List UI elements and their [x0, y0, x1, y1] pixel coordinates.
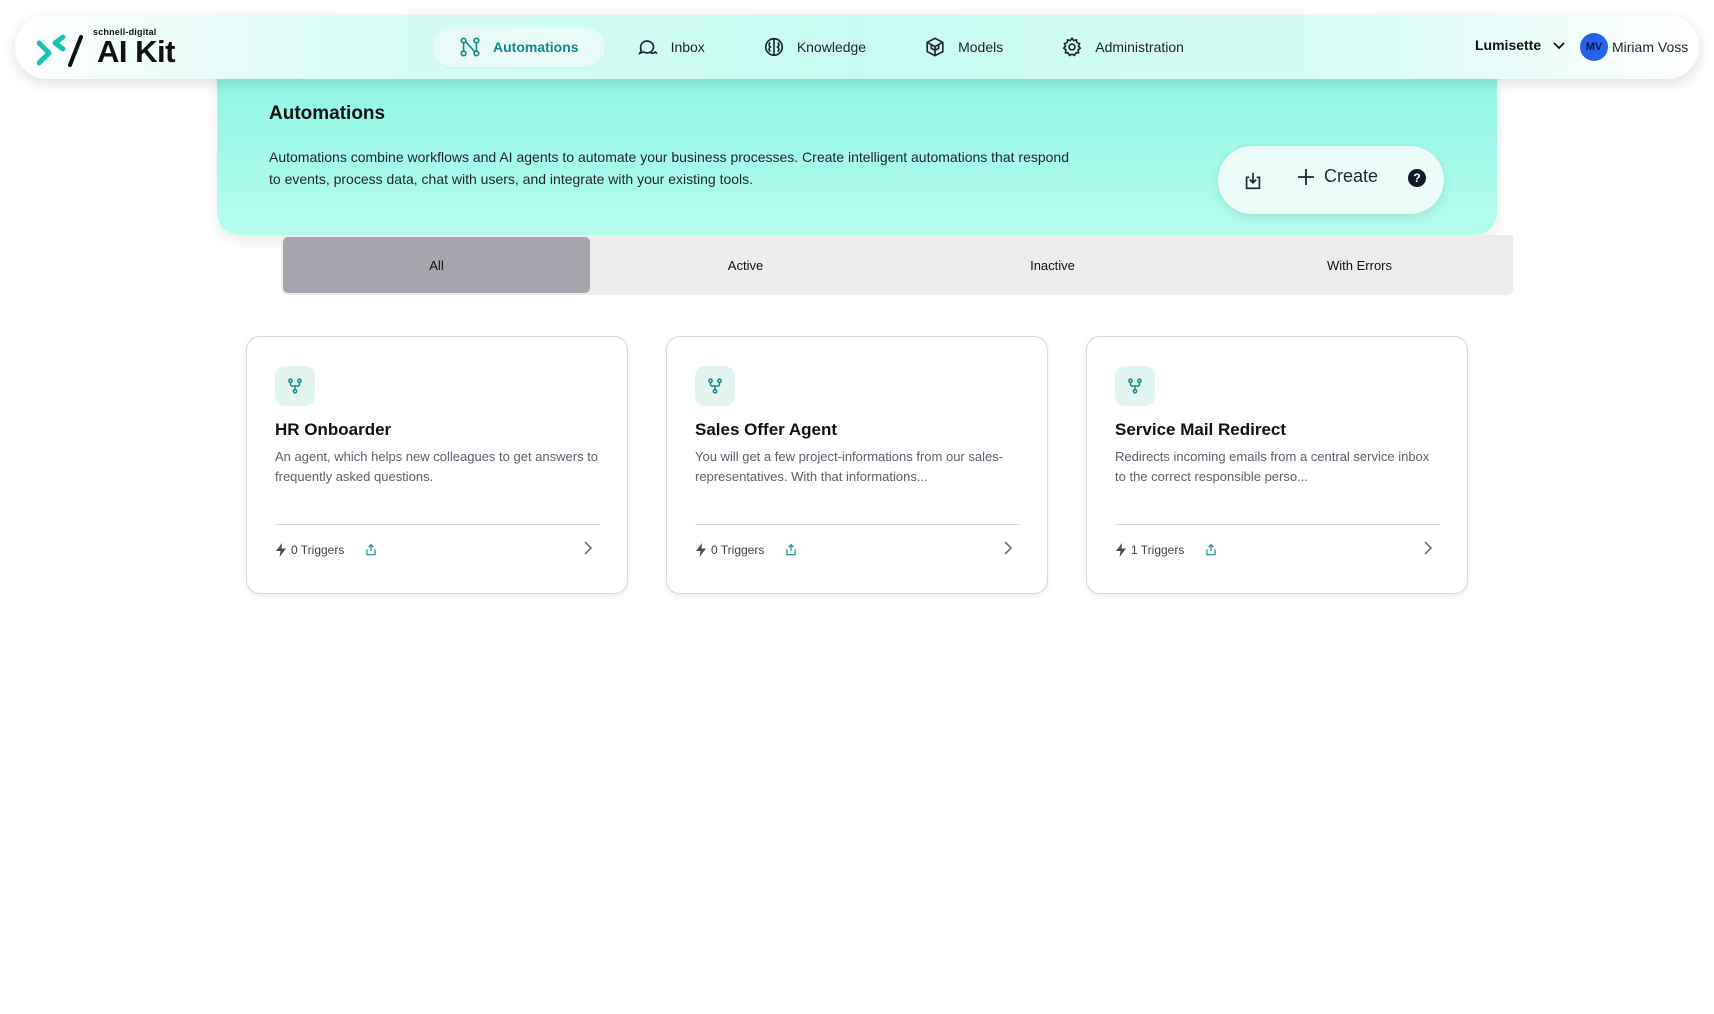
workflow-icon — [275, 366, 315, 406]
bolt-icon — [696, 543, 706, 557]
nav-item-administration[interactable]: Administration — [1035, 27, 1210, 67]
automation-icon — [460, 37, 480, 57]
nav-item-label: Inbox — [670, 39, 705, 55]
automation-title: HR Onboarder — [275, 420, 392, 439]
brain-icon — [764, 37, 783, 57]
page-description: Automations combine workflows and AI age… — [269, 149, 1070, 187]
share-icon[interactable] — [1204, 543, 1218, 557]
organization-switcher[interactable]: Lumisette — [1475, 37, 1567, 53]
gear-icon — [1062, 36, 1082, 57]
create-button[interactable]: Create — [1296, 166, 1378, 187]
chevron-right-icon[interactable] — [1000, 540, 1016, 556]
tab-all[interactable]: All — [283, 237, 590, 293]
chevron-down-icon — [1553, 42, 1565, 50]
nav-item-label: Models — [958, 39, 1004, 55]
automation-list: HR Onboarder An agent, which helps new c… — [246, 336, 1506, 594]
workflow-icon — [1115, 366, 1155, 406]
nav-item-inbox[interactable]: Inbox — [611, 27, 731, 67]
logo-mark-icon — [37, 34, 83, 67]
tab-inactive[interactable]: Inactive — [899, 235, 1206, 295]
header-actions: Create ? — [1218, 146, 1444, 214]
trigger-count: 1 Triggers — [1131, 543, 1185, 557]
nav-item-label: Knowledge — [796, 39, 867, 55]
card-footer: 0 Triggers — [275, 543, 378, 557]
plus-icon — [1298, 168, 1314, 185]
organization-name: Lumisette — [1475, 37, 1542, 53]
automation-card[interactable]: Service Mail Redirect Redirects incoming… — [1086, 336, 1468, 594]
trigger-count: 0 Triggers — [291, 543, 345, 557]
chevron-right-icon[interactable] — [1420, 540, 1436, 556]
share-icon[interactable] — [784, 543, 798, 557]
filter-tabs: All Active Inactive With Errors — [281, 235, 1513, 295]
share-icon[interactable] — [364, 543, 378, 557]
workflow-icon — [695, 366, 735, 406]
tab-with-errors[interactable]: With Errors — [1206, 235, 1513, 295]
trigger-count: 0 Triggers — [711, 543, 765, 557]
automation-title: Service Mail Redirect — [1115, 420, 1287, 439]
nav-item-automations[interactable]: Automations — [433, 27, 605, 67]
card-divider — [1115, 524, 1440, 525]
nav-item-knowledge[interactable]: Knowledge — [737, 27, 892, 67]
card-footer: 0 Triggers — [695, 543, 798, 557]
chat-icon — [637, 40, 658, 56]
user-menu[interactable]: MV Miriam Voss — [1580, 33, 1688, 61]
page-header: Automations Automations combine workflow… — [217, 60, 1497, 235]
nav-item-label: Automations — [493, 39, 579, 55]
app-logo[interactable]: schnell-digital AI Kit — [37, 27, 177, 69]
automation-description: An agent, which helps new colleagues to … — [275, 449, 599, 484]
automation-card[interactable]: HR Onboarder An agent, which helps new c… — [246, 336, 628, 594]
card-divider — [275, 524, 600, 525]
chevron-right-icon[interactable] — [580, 540, 596, 556]
automation-description: You will get a few project-informations … — [695, 449, 1004, 484]
nav-item-label: Administration — [1095, 39, 1184, 55]
help-button[interactable]: ? — [1408, 169, 1426, 187]
card-footer: 1 Triggers — [1115, 543, 1218, 557]
bolt-icon — [1116, 543, 1126, 557]
cube-icon — [926, 37, 944, 57]
tab-active[interactable]: Active — [592, 235, 899, 295]
automation-card[interactable]: Sales Offer Agent You will get a few pro… — [666, 336, 1048, 594]
card-divider — [695, 524, 1020, 525]
nav-item-models[interactable]: Models — [898, 27, 1029, 67]
create-button-label: Create — [1324, 166, 1379, 186]
automation-description: Redirects incoming emails from a central… — [1115, 449, 1430, 484]
import-icon[interactable] — [1242, 170, 1264, 192]
bolt-icon — [276, 543, 286, 557]
page-title: Automations — [269, 103, 386, 124]
main-nav: Automations Inbox Knowledge Models Admin… — [433, 27, 1216, 67]
top-navigation-bar: schnell-digital AI Kit Automations Inbox… — [15, 15, 1699, 79]
user-name: Miriam Voss — [1612, 39, 1689, 55]
logo-title: AI Kit — [97, 34, 175, 69]
automation-title: Sales Offer Agent — [695, 420, 838, 439]
avatar: MV — [1580, 33, 1608, 61]
